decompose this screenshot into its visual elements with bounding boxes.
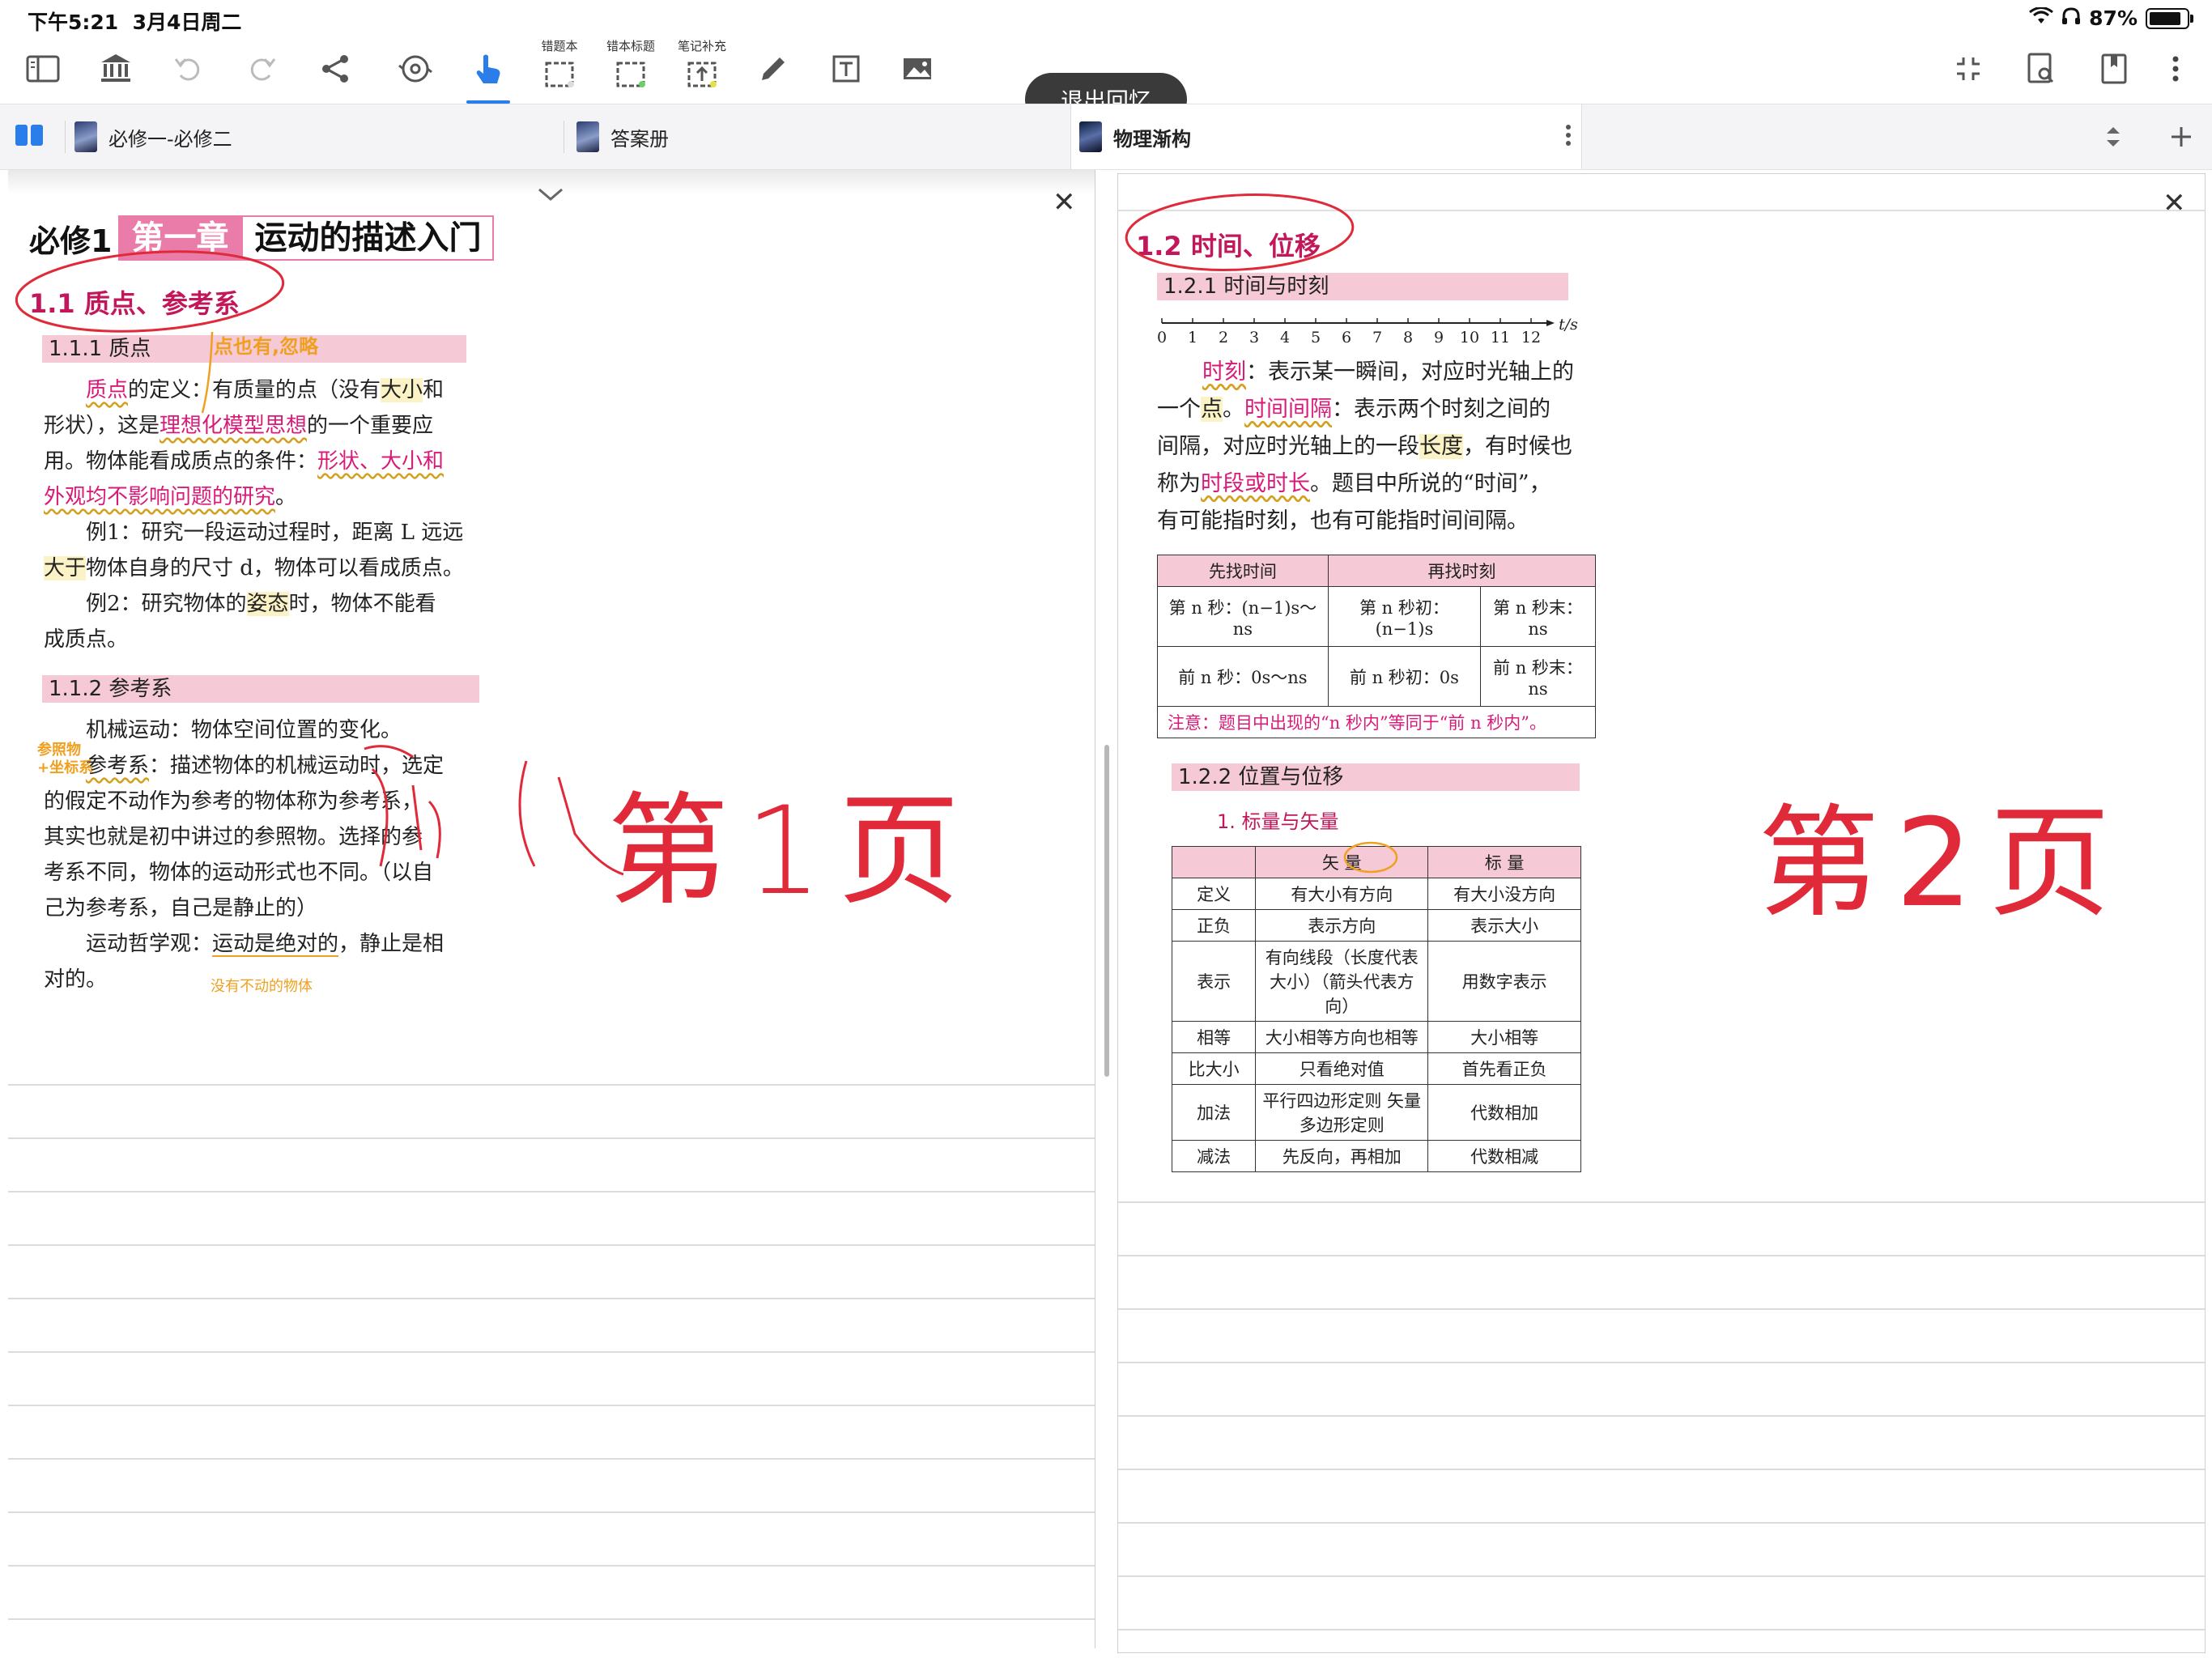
battery-icon <box>2146 7 2193 29</box>
collapse-icon[interactable] <box>1940 40 1997 97</box>
ink-note: 点也有,忽略 <box>214 335 319 358</box>
image-icon[interactable] <box>889 40 946 97</box>
headphones-icon <box>2061 6 2081 30</box>
ink-note: 没有不动的物体 <box>211 978 313 995</box>
table-cell: 代数相加 <box>1427 1084 1581 1141</box>
library-icon[interactable] <box>87 40 144 97</box>
ruled-lines <box>1118 1201 2205 1630</box>
book-thumbnail <box>576 121 599 152</box>
table-cell: 代数相减 <box>1427 1140 1581 1172</box>
battery-percent: 87% <box>2089 6 2138 30</box>
add-tab-icon[interactable] <box>2167 121 2196 156</box>
tab-menu-icon[interactable] <box>1563 121 1573 155</box>
note-supplement-button[interactable]: 笔记补充 <box>674 39 730 97</box>
sidebar-toggle-icon[interactable] <box>15 40 71 97</box>
mistake-title-button[interactable]: 错本标题 <box>602 39 659 97</box>
share-icon[interactable] <box>308 40 364 97</box>
tab-book-1[interactable]: 必修一-必修二 <box>74 104 552 169</box>
status-time: 下午5:21 3月4日周二 <box>28 11 242 34</box>
undo-icon[interactable] <box>160 40 217 97</box>
search-doc-icon[interactable] <box>2013 40 2069 97</box>
ink-page-number: 第1页 <box>607 781 976 922</box>
table-cell: 平行四边形定则 矢量多边形定则 <box>1255 1084 1429 1141</box>
ink-page-number: 第2页 <box>1758 793 2127 934</box>
right-document-pane[interactable]: ✕ 1.2 时间、位移 1.2.1 时间与时刻 01 23 45 67 89 1… <box>1117 173 2206 1653</box>
table-cell: 加法 <box>1171 1084 1257 1141</box>
split-view-icon[interactable] <box>15 122 44 151</box>
book-thumbnail <box>74 121 97 152</box>
tab-answer-book[interactable]: 答案册 <box>576 104 1062 169</box>
wifi-icon <box>2029 6 2054 30</box>
bookmark-icon[interactable] <box>2086 40 2142 97</box>
left-document-pane[interactable]: ✕ 必修1 第一章 运动的描述入门 1.1 质点、参考系 1.1.1 质点 质点… <box>8 170 1095 1648</box>
mistake-book-button[interactable]: 错题本 <box>531 39 588 97</box>
tab-physics-notes[interactable]: 物理渐构 <box>1070 104 1582 169</box>
ink-note: 参照物 +坐标系 <box>37 742 94 776</box>
ruled-lines <box>8 1084 1095 1620</box>
sort-icon[interactable] <box>2102 121 2125 156</box>
more-vertical-icon[interactable] <box>2147 40 2204 97</box>
text-box-icon[interactable] <box>818 40 874 97</box>
divider-handle[interactable] <box>1104 745 1109 1077</box>
table-cell: 先反向，再相加 <box>1255 1140 1429 1172</box>
book-thumbnail <box>1079 121 1102 152</box>
pen-icon[interactable] <box>745 40 802 97</box>
redo-icon[interactable] <box>233 40 290 97</box>
settings-cycle-icon[interactable] <box>387 40 444 97</box>
toolbar: 错题本 错本标题 笔记补充 退出回忆 <box>0 32 2212 126</box>
tab-bar: 必修一-必修二 答案册 物理渐构 <box>0 104 2212 170</box>
hand-pointer-icon[interactable] <box>460 40 517 104</box>
status-right: 87% <box>2029 6 2193 30</box>
table-cell: 减法 <box>1171 1140 1257 1172</box>
